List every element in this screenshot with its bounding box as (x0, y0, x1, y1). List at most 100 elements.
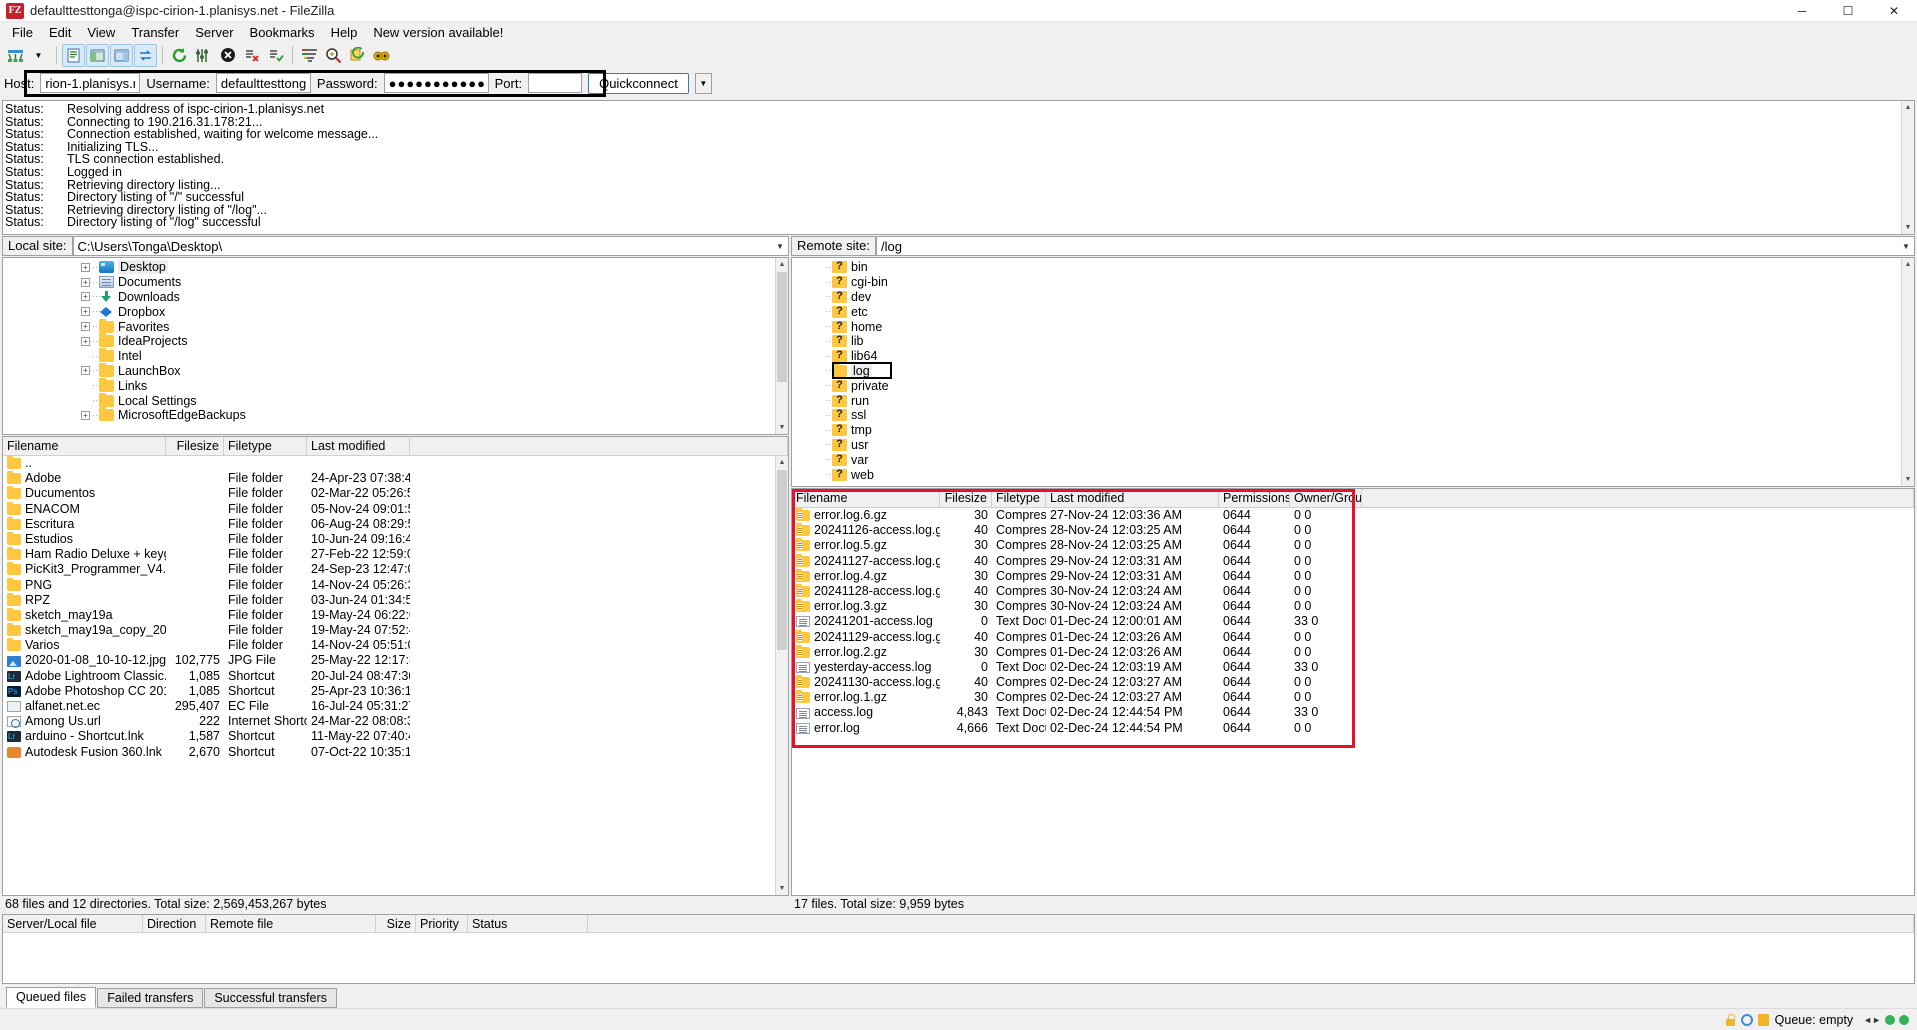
maximize-button[interactable]: ☐ (1825, 0, 1871, 22)
column-last-modified[interactable]: Last modified (1046, 489, 1219, 507)
quickconnect-button[interactable]: Quickconnect (588, 72, 689, 94)
menu-transfer[interactable]: Transfer (123, 23, 187, 42)
toggle-transfer-queue-icon[interactable] (134, 43, 157, 67)
tree-node[interactable]: + ⋯ Downloads (3, 290, 775, 305)
queue-column-size[interactable]: Size (376, 915, 416, 932)
table-row[interactable]: yesterday-access.log 0 Text Docu... 02-Dec-… (792, 660, 1914, 675)
table-row[interactable]: 20241127-access.log.gz 40 Compresse... 29-N… (792, 554, 1914, 569)
tab-failed-transfers[interactable]: Failed transfers (97, 988, 204, 1008)
scroll-down-icon[interactable]: ▼ (1902, 221, 1914, 234)
table-row[interactable]: Adobe Photoshop CC 201... 1,085 Shortcut 25… (3, 684, 775, 699)
refresh-icon[interactable] (168, 44, 191, 67)
tree-node[interactable]: + ⋯ Desktop (3, 260, 775, 275)
scroll-down-icon[interactable]: ▼ (1902, 473, 1914, 486)
minimize-button[interactable]: ─ (1779, 0, 1825, 22)
new-version-notice[interactable]: New version available! (365, 23, 511, 42)
tree-node[interactable]: ⋯ etc (792, 304, 1901, 319)
column-permissions[interactable]: Permissions (1219, 489, 1290, 507)
scroll-up-icon[interactable]: ▲ (1902, 101, 1914, 114)
table-row[interactable]: 20241128-access.log.gz 40 Compresse... 30-N… (792, 584, 1914, 599)
local-tree-nodes[interactable]: + ⋯ Desktop + ⋯ Documents + ⋯ Downloads + ⋯ Dropbox… (3, 258, 775, 434)
table-row[interactable]: alfanet.net.ec 295,407 EC File 16-Jul-24 05… (3, 699, 775, 714)
certificate-icon[interactable] (1757, 1013, 1769, 1026)
filter-icon[interactable] (298, 44, 321, 67)
column-filetype[interactable]: Filetype (224, 437, 307, 455)
quickconnect-dropdown-icon[interactable]: ▼ (694, 72, 712, 94)
chevron-down-icon[interactable]: ▼ (772, 242, 788, 251)
tab-successful-transfers[interactable]: Successful transfers (204, 988, 337, 1008)
scroll-down-icon[interactable]: ▼ (776, 421, 788, 434)
tab-queued-files[interactable]: Queued files (6, 987, 97, 1008)
queue-column-direction[interactable]: Direction (143, 915, 206, 932)
table-row[interactable]: 20241130-access.log.gz 40 Compresse... 02-D… (792, 675, 1914, 690)
expand-node-icon[interactable]: + (81, 277, 90, 287)
menu-edit[interactable]: Edit (41, 23, 79, 42)
close-button[interactable]: ✕ (1871, 0, 1917, 22)
expand-node-icon[interactable]: + (81, 307, 90, 317)
column-filename[interactable]: Filename (792, 489, 940, 507)
tree-node[interactable]: ⋯ lib (792, 333, 1901, 349)
expand-node-icon[interactable]: + (81, 336, 90, 346)
port-input[interactable] (528, 73, 583, 93)
table-row[interactable]: error.log.1.gz 30 Compresse... 02-Dec-24 12… (792, 690, 1914, 705)
toggle-local-tree-icon[interactable] (86, 43, 109, 67)
gear-icon[interactable] (1740, 1013, 1753, 1026)
tree-node[interactable]: ⋯ bin (792, 259, 1901, 275)
table-row[interactable]: Estudios File folder 10-Jun-24 09:16:45... (3, 532, 775, 547)
local-file-rows[interactable]: ..AdobeFile folder24-Apr-23 07:38:44...D… (3, 456, 775, 895)
tree-node[interactable]: ⋯ Links (3, 377, 775, 393)
table-row[interactable]: Ham Radio Deluxe + keyg... File folder 27-… (3, 547, 775, 562)
toggle-message-log-icon[interactable] (62, 43, 85, 67)
process-queue-icon[interactable] (192, 44, 215, 67)
tree-node[interactable]: + ⋯ IdeaProjects (3, 333, 775, 349)
table-row[interactable]: error.log.4.gz 30 Compresse... 29-Nov-24 12… (792, 569, 1914, 584)
tree-node[interactable]: ⋯ log (792, 362, 1901, 379)
table-row[interactable]: ENACOM File folder 05-Nov-24 09:01:5... (3, 502, 775, 517)
remote-tree-nodes[interactable]: ⋯bin⋯cgi-bin⋯dev⋯etc⋯home⋯lib⋯lib64⋯log⋯… (792, 258, 1901, 486)
expand-node-icon[interactable]: + (81, 292, 90, 302)
queue-body[interactable] (2, 933, 1915, 984)
table-row[interactable]: PNG File folder 14-Nov-24 05:26:3... (3, 578, 775, 593)
tree-node[interactable]: ⋯ run (792, 393, 1901, 408)
tree-node[interactable]: ⋯ cgi-bin (792, 274, 1901, 290)
table-row[interactable]: access.log 4,843 Text Docu... 02-Dec-24 12:… (792, 705, 1914, 720)
message-log-rows[interactable]: Status: Resolving address of ispc-cirion-… (3, 101, 1901, 234)
column-owner-group[interactable]: Owner/Group (1290, 489, 1362, 507)
message-log-scrollbar[interactable]: ▲ ▼ (1901, 101, 1914, 234)
column-filesize[interactable]: Filesize (166, 437, 224, 455)
table-row[interactable]: PicKit3_Programmer_V4.0 File folder 24-Sep… (3, 562, 775, 577)
table-row[interactable]: 20241126-access.log.gz 40 Compresse... 28-N… (792, 523, 1914, 538)
disconnect-icon[interactable] (240, 44, 263, 67)
tree-node[interactable]: ⋯ Local Settings (3, 392, 775, 408)
menu-file[interactable]: File (4, 23, 41, 42)
queue-column-server-local-file[interactable]: Server/Local file (3, 915, 143, 932)
expand-node-icon[interactable]: + (81, 366, 90, 376)
remote-site-path-combo[interactable]: /log ▼ (875, 236, 1915, 256)
table-row[interactable]: error.log.3.gz 30 Compresse... 30-Nov-24 12… (792, 599, 1914, 614)
local-tree-scrollbar[interactable]: ▲ ▼ (775, 258, 788, 434)
queue-column-priority[interactable]: Priority (416, 915, 468, 932)
column-filetype[interactable]: Filetype (992, 489, 1046, 507)
menu-view[interactable]: View (79, 23, 123, 42)
scroll-thumb[interactable] (777, 272, 787, 382)
remote-tree-scrollbar[interactable]: ▲ ▼ (1901, 258, 1914, 486)
local-list-scrollbar[interactable]: ▲ ▼ (775, 456, 788, 895)
host-input[interactable] (40, 73, 141, 93)
tree-node[interactable]: ⋯ private (792, 378, 1901, 393)
expand-node-icon[interactable]: + (81, 410, 90, 420)
menu-bookmarks[interactable]: Bookmarks (242, 23, 323, 42)
column-last-modified[interactable]: Last modified (307, 437, 410, 455)
table-row[interactable]: Adobe File folder 24-Apr-23 07:38:44... (3, 471, 775, 486)
table-row[interactable]: 20241201-access.log 0 Text Docu... 01-Dec-2… (792, 614, 1914, 629)
reconnect-icon[interactable] (264, 44, 287, 67)
table-row[interactable]: 20241129-access.log.gz 40 Compresse... 01-D… (792, 630, 1914, 645)
queue-column-status[interactable]: Status (468, 915, 588, 932)
lock-icon[interactable] (1725, 1013, 1736, 1026)
search-icon[interactable] (370, 44, 393, 67)
tree-node[interactable]: ⋯ var (792, 452, 1901, 467)
scroll-thumb[interactable] (777, 470, 787, 650)
menu-help[interactable]: Help (323, 23, 366, 42)
toggle-remote-tree-icon[interactable] (110, 43, 133, 67)
tree-node[interactable]: + ⋯ MicrosoftEdgeBackups (3, 407, 775, 423)
local-site-path-combo[interactable]: C:\Users\Tonga\Desktop\ ▼ (72, 236, 789, 256)
